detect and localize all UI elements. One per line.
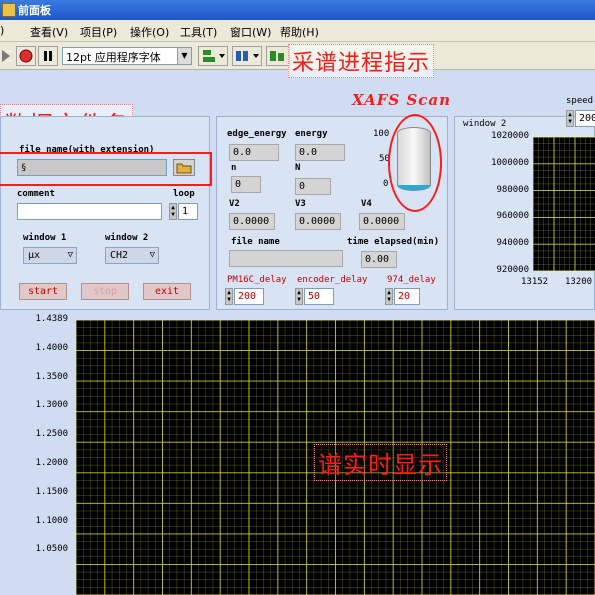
- pm16c-delay-value[interactable]: 200: [234, 288, 264, 305]
- window2-plot-area: [532, 136, 595, 272]
- speed-value[interactable]: 200: [575, 110, 595, 127]
- annotation-progress: 采谱进程指示: [288, 44, 435, 78]
- main-y-tick-label: 1.3000: [35, 400, 68, 411]
- filename-label: file name: [231, 237, 280, 247]
- encoder-delay-stepper[interactable]: ▲ ▼: [295, 288, 303, 305]
- speed-label: speed: [566, 96, 594, 106]
- v4-label: V4: [361, 199, 372, 209]
- 974-delay-stepper[interactable]: ▲ ▼: [385, 288, 393, 305]
- v4-value: 0.0000: [359, 213, 405, 230]
- annotation-realtime: 谱实时显示: [314, 444, 447, 481]
- window2-y-tick-label: 1020000: [491, 131, 529, 141]
- edge-energy-value: 0.0: [229, 144, 279, 161]
- comment-input[interactable]: [17, 203, 162, 220]
- xafs-scan-title: XAFS Scan: [352, 91, 452, 109]
- menu-item-tools[interactable]: 工具(T): [180, 24, 217, 40]
- loop-label: loop: [173, 189, 195, 199]
- abort-button[interactable]: [16, 46, 36, 66]
- window2-graph-panel: window 2 1020000 1000000 980000 960000 94000…: [454, 116, 595, 310]
- v3-value: 0.0000: [295, 213, 341, 230]
- resize-objects-button[interactable]: [266, 46, 290, 66]
- v2-value: 0.0000: [229, 213, 275, 230]
- v2-label: V2: [229, 199, 240, 209]
- menu-bar: ) 查看(V) 项目(P) 操作(O) 工具(T) 窗口(W) 帮助(H): [0, 20, 595, 42]
- pm16c-delay-stepper[interactable]: ▲ ▼: [225, 288, 233, 305]
- font-selector-label: 12pt 应用程序字体: [66, 51, 161, 64]
- 974-delay-label: 974_delay: [387, 275, 436, 285]
- main-y-tick-label: 1.1000: [35, 515, 68, 526]
- main-y-tick-label: 1.4389: [35, 314, 68, 324]
- menu-item-edit-partial[interactable]: ): [0, 24, 6, 37]
- tank-tick-100: 100: [373, 129, 390, 139]
- menu-item-view[interactable]: 查看(V): [30, 24, 68, 40]
- window2-y-tick-label: 940000: [496, 238, 529, 249]
- chevron-down-icon: ▽: [67, 250, 73, 260]
- run-arrow-icon[interactable]: [2, 46, 12, 66]
- elapsed-label: time elapsed(min): [347, 237, 440, 247]
- edge-energy-label: edge_energy: [227, 129, 287, 139]
- pm16c-delay-label: PM16C_delay: [227, 275, 287, 285]
- stop-button[interactable]: stop: [81, 283, 129, 300]
- realtime-graph-panel: 1.4389 1.4000 1.3500 1.3000 1.2500 1.2000 1.15…: [0, 314, 595, 595]
- loop-value[interactable]: 1: [178, 203, 198, 220]
- window2-y-tick-label: 980000: [496, 184, 529, 195]
- annotation-tank-ellipse: [388, 114, 442, 212]
- tank-tick-0: 0: [383, 179, 389, 189]
- align-objects-button[interactable]: [198, 46, 228, 66]
- v3-label: V3: [295, 199, 306, 209]
- chevron-down-icon: ▼: [177, 48, 191, 64]
- window1-label: window 1: [23, 233, 67, 243]
- window2-grid: [532, 136, 595, 272]
- window2-x-tick-label: 13152: [521, 277, 549, 287]
- window2-selector[interactable]: CH2 ▽: [105, 247, 159, 264]
- window2-graph-label: window 2: [463, 119, 507, 129]
- app-icon: [2, 3, 16, 17]
- title-bar: 前面板: [0, 0, 595, 20]
- filename-value: [229, 250, 343, 267]
- main-y-tick-label: 1.2000: [35, 458, 68, 468]
- comment-label: comment: [17, 189, 55, 199]
- distribute-objects-button[interactable]: [232, 46, 262, 66]
- window-title: 前面板: [18, 4, 51, 17]
- main-y-tick-label: 1.3500: [35, 371, 68, 382]
- pause-button[interactable]: [38, 46, 58, 66]
- n-value: 0: [231, 176, 261, 193]
- menu-item-window[interactable]: 窗口(W): [230, 24, 271, 40]
- loop-stepper[interactable]: ▲ ▼: [169, 203, 177, 220]
- window2-label: window 2: [105, 233, 149, 243]
- exit-button[interactable]: exit: [143, 283, 191, 300]
- menu-item-operate[interactable]: 操作(O): [130, 24, 169, 40]
- N-value: 0: [295, 178, 331, 195]
- main-y-tick-label: 1.2500: [35, 429, 68, 440]
- font-selector[interactable]: 12pt 应用程序字体 ▼: [62, 47, 192, 65]
- main-y-tick-label: 1.1500: [35, 486, 68, 497]
- elapsed-value: 0.00: [361, 251, 397, 268]
- main-y-tick-label: 1.0500: [35, 544, 68, 555]
- energy-value: 0.0: [295, 144, 345, 161]
- window2-x-tick-label: 13200: [565, 277, 593, 287]
- speed-stepper[interactable]: ▲ ▼: [566, 110, 574, 127]
- start-button[interactable]: start: [19, 283, 67, 300]
- window1-selector[interactable]: μx ▽: [23, 247, 77, 264]
- menu-item-help[interactable]: 帮助(H): [280, 24, 319, 40]
- encoder-delay-value[interactable]: 50: [304, 288, 334, 305]
- left-control-panel: file name(with extension) § comment loop…: [0, 116, 210, 310]
- window2-y-tick-label: 920000: [496, 265, 529, 275]
- n-label: n: [231, 163, 237, 173]
- chevron-down-icon: ▽: [149, 250, 155, 260]
- 974-delay-value[interactable]: 20: [394, 288, 420, 305]
- encoder-delay-label: encoder_delay: [297, 275, 368, 285]
- window1-value: μx: [28, 250, 41, 261]
- main-y-tick-label: 1.4000: [35, 342, 68, 353]
- annotation-filename-box: [0, 152, 212, 186]
- menu-item-project[interactable]: 项目(P): [80, 24, 117, 40]
- window2-value: CH2: [110, 250, 129, 261]
- energy-label: energy: [295, 129, 328, 139]
- window2-y-tick-label: 960000: [496, 211, 529, 222]
- N-label: N: [295, 163, 301, 173]
- window2-y-tick-label: 1000000: [491, 157, 529, 168]
